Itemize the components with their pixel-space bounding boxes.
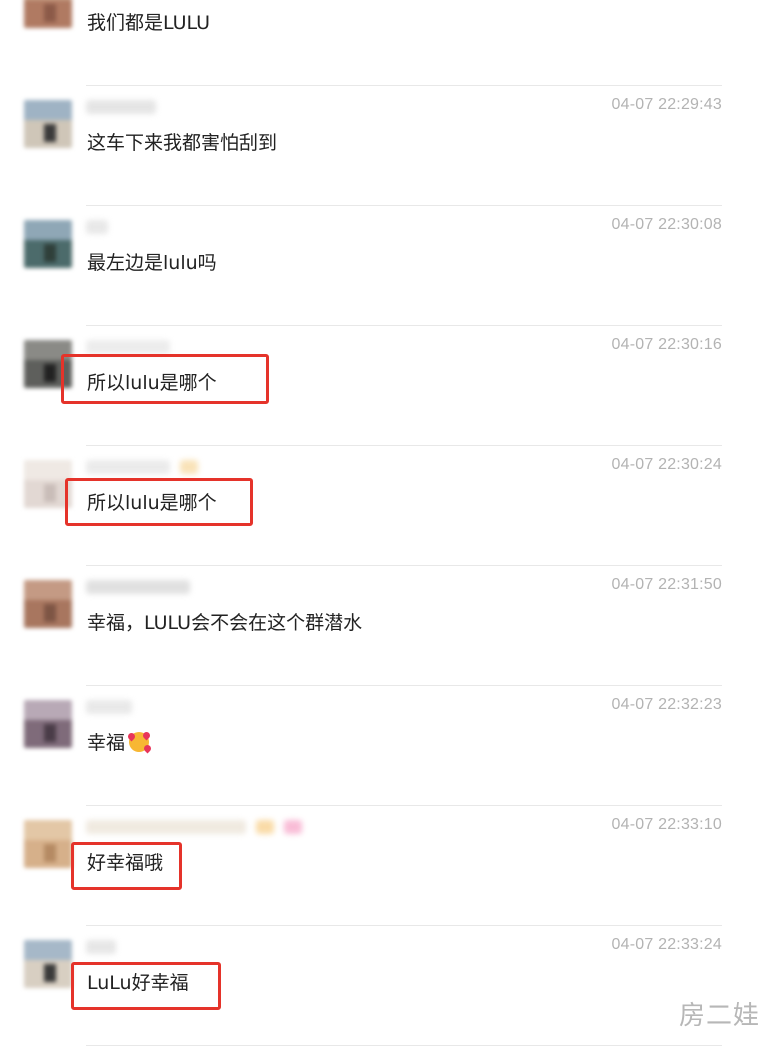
- chat-message: 04-07 22:33:10 好幸福哦: [0, 806, 774, 926]
- chat-message: 04-07 22:30:08 最左边是lulu吗: [0, 206, 774, 326]
- nickname-redacted: [86, 580, 190, 594]
- avatar[interactable]: [24, 0, 72, 28]
- chat-message-list: 04-07 22:28:50我们都是LULU 04-07 22:29:43 这车下来…: [0, 0, 774, 1048]
- message-timestamp: 04-07 22:33:10: [611, 816, 722, 833]
- message-timestamp: 04-07 22:29:43: [611, 96, 722, 113]
- message-text: 我们都是LULU: [87, 10, 210, 36]
- watermark: 房二娃: [678, 1001, 760, 1031]
- nickname-redacted: [256, 820, 274, 834]
- message-timestamp: 04-07 22:30:16: [611, 336, 722, 353]
- nickname-redacted: [86, 460, 170, 474]
- avatar[interactable]: [24, 940, 72, 988]
- chat-message: 04-07 22:30:16 所以lulu是哪个: [0, 326, 774, 446]
- message-timestamp: 04-07 22:33:24: [611, 936, 722, 953]
- chat-message: 04-07 22:29:43 这车下来我都害怕刮到: [0, 86, 774, 206]
- avatar[interactable]: [24, 100, 72, 148]
- message-timestamp: 04-07 22:30:08: [611, 216, 722, 233]
- avatar[interactable]: [24, 820, 72, 868]
- avatar[interactable]: [24, 700, 72, 748]
- message-text-content: 最左边是lulu吗: [87, 252, 217, 274]
- red-highlight-box: [61, 354, 269, 404]
- avatar[interactable]: [24, 580, 72, 628]
- nickname-redacted: [86, 220, 108, 234]
- nickname-redacted: [86, 940, 116, 954]
- message-timestamp: 04-07 22:30:24: [611, 456, 722, 473]
- red-highlight-box: [71, 962, 221, 1010]
- smiling-face-with-hearts-icon: [126, 730, 153, 754]
- message-timestamp: 04-07 22:32:23: [611, 696, 722, 713]
- chat-message: 04-07 22:33:24 LuLu好幸福: [0, 926, 774, 1046]
- message-divider: [86, 1045, 722, 1046]
- nickname-redacted: [86, 700, 132, 714]
- message-text-content: 幸福: [87, 732, 126, 754]
- nickname-redacted: [284, 820, 302, 834]
- message-text-content: 这车下来我都害怕刮到: [87, 132, 278, 154]
- nickname-redacted: [86, 340, 170, 354]
- message-text: 最左边是lulu吗: [87, 250, 217, 276]
- chat-message: 04-07 22:28:50我们都是LULU: [0, 0, 774, 86]
- chat-message: 04-07 22:32:23 幸福: [0, 686, 774, 806]
- chat-message: 04-07 22:30:24 所以lulu是哪个: [0, 446, 774, 566]
- message-timestamp: 04-07 22:31:50: [611, 576, 722, 593]
- nickname-redacted: [86, 100, 156, 114]
- message-text-content: 我们都是LULU: [87, 12, 211, 34]
- message-text: 这车下来我都害怕刮到: [87, 130, 277, 156]
- nickname-redacted: [86, 820, 246, 834]
- avatar[interactable]: [24, 220, 72, 268]
- chat-message: 04-07 22:31:50 幸福，LULU会不会在这个群潜水: [0, 566, 774, 686]
- message-text: 幸福，LULU会不会在这个群潜水: [87, 610, 362, 636]
- message-text-content: 幸福，LULU会不会在这个群潜水: [87, 612, 363, 634]
- red-highlight-box: [71, 842, 182, 890]
- message-text: 幸福: [87, 730, 153, 756]
- red-highlight-box: [65, 478, 253, 526]
- nickname-redacted: [180, 460, 198, 474]
